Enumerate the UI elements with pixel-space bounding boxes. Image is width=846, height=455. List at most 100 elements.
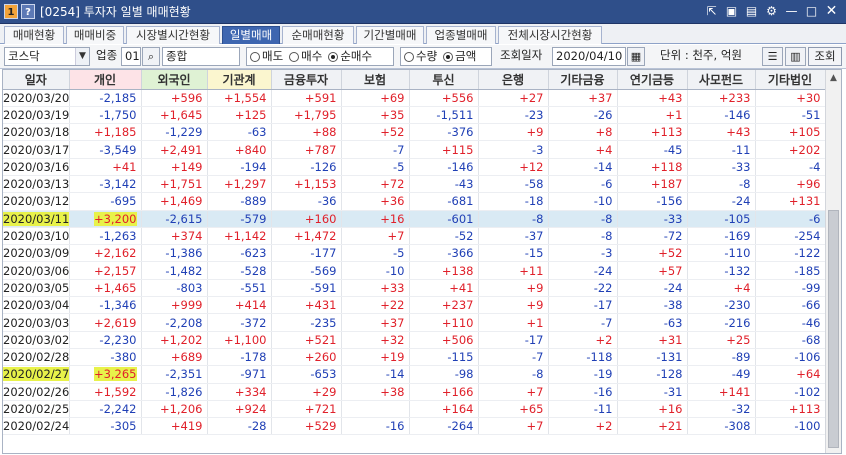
column-header[interactable]: 기타금융	[548, 70, 618, 90]
value-cell: -146	[687, 106, 756, 125]
sector-name-field: 종합	[162, 47, 240, 66]
value-cell: -7	[341, 140, 410, 159]
table-row[interactable]: 2020/03/06 +2,157 -1,482 -528 -569 -10 +138 +11…	[3, 261, 826, 280]
tab-0[interactable]: 매매현황	[4, 26, 64, 44]
value-cell: +187	[617, 175, 688, 194]
table-row[interactable]: 2020/03/17 -3,549 +2,491 +840 +787 -7 +115 -3 +4…	[3, 140, 826, 159]
tab-4[interactable]: 순매매현황	[282, 26, 354, 44]
table-row[interactable]: 2020/03/13 -3,142 +1,751 +1,297 +1,153 +72 -43…	[3, 175, 826, 194]
value-cell: +25	[687, 331, 756, 349]
settings-icon[interactable]: ⚙	[763, 3, 780, 20]
value-text: +2	[595, 419, 613, 434]
sector-code-input[interactable]: 01	[121, 47, 141, 66]
scroll-up-icon[interactable]: ▲	[826, 70, 841, 86]
table-row[interactable]: 2020/03/10 -1,263 +374 +1,142 +1,472 +7 -52 -37…	[3, 227, 826, 246]
sector-code-value: 01	[125, 49, 140, 63]
list-view-icon[interactable]: ☰	[762, 47, 783, 66]
value-text: +9	[526, 125, 544, 140]
table-row[interactable]: 2020/03/11 +3,200 -2,615 -579 +160 +16 -601 -8 -…	[3, 210, 826, 228]
chart-view-icon[interactable]: ▥	[785, 47, 806, 66]
search-icon[interactable]: ⌕	[142, 47, 160, 66]
table-row[interactable]: 2020/03/05 +1,465 -803 -551 -591 +33 +41 +9 -22 -…	[3, 279, 826, 298]
column-header[interactable]: 기타법인	[755, 70, 826, 90]
column-header[interactable]: 개인	[69, 70, 142, 90]
column-header[interactable]: 은행	[478, 70, 549, 90]
value-text: -2,242	[99, 401, 137, 416]
value-cell: -17	[478, 331, 549, 349]
radio-buy[interactable]: 매수	[289, 48, 322, 65]
table-row[interactable]: 2020/03/04 -1,346 +999 +414 +431 +22 +237 +9 -17…	[3, 296, 826, 315]
value-text: -98	[454, 367, 474, 382]
column-header[interactable]: 외국인	[141, 70, 208, 90]
table-row[interactable]: 2020/03/18 +1,185 -1,229 -63 +88 +52 -376 +9 +8 +…	[3, 123, 826, 142]
table-row[interactable]: 2020/03/16 +41 +149 -194 -126 -5 -146 +12 -14 +11…	[3, 158, 826, 176]
value-text: +35	[380, 107, 405, 122]
window-number-badge[interactable]: 1	[4, 4, 18, 19]
table-row[interactable]: 2020/03/02 -2,230 +1,202 +1,100 +521 +32 +506 -…	[3, 331, 826, 349]
pin-icon[interactable]: ⇱	[703, 3, 720, 20]
tab-2[interactable]: 시장별시간현황	[126, 26, 220, 44]
column-header[interactable]: 연기금등	[617, 70, 688, 90]
date-text: 2020/03/16	[3, 159, 69, 174]
close-icon[interactable]: ✕	[823, 3, 840, 20]
column-header[interactable]: 보험	[341, 70, 410, 90]
value-cell: -146	[409, 158, 479, 176]
help-icon[interactable]: ?	[21, 4, 35, 19]
search-button[interactable]: 조회	[808, 47, 842, 66]
tab-5[interactable]: 기간별매매	[356, 26, 424, 44]
column-header[interactable]: 기관계	[207, 70, 272, 90]
value-cell: -68	[755, 331, 826, 349]
table-row[interactable]: 2020/02/25 -2,242 +1,206 +924 +721 +164 +65 -11…	[3, 400, 826, 419]
table-row[interactable]: 2020/02/24 -305 +419 -28 +529 -16 -264 +7 +2 +21 -…	[3, 417, 826, 436]
tab-7[interactable]: 전체시장시간현황	[498, 26, 602, 44]
table-row[interactable]: 2020/03/09 +2,162 -1,386 -623 -177 -5 -366 -15 -…	[3, 244, 826, 263]
value-text: -68	[801, 332, 821, 347]
maximize-icon[interactable]: □	[803, 3, 820, 20]
value-text: -1,229	[165, 125, 203, 140]
table-row[interactable]: 2020/02/26 +1,592 -1,826 +334 +29 +38 +166 +7 -1…	[3, 383, 826, 401]
value-text: -8	[601, 211, 613, 226]
column-header[interactable]: 금융투자	[271, 70, 342, 90]
vertical-scrollbar[interactable]: ▲	[825, 70, 841, 453]
value-cell: -6	[755, 210, 826, 228]
value-text: +52	[658, 246, 683, 261]
value-text: +38	[380, 384, 405, 399]
value-cell: +12	[478, 158, 549, 176]
minimize-icon[interactable]: —	[783, 3, 800, 20]
date-cell: 2020/03/06	[3, 261, 70, 280]
radio-quantity[interactable]: 수량	[404, 48, 437, 65]
chevron-down-icon[interactable]: ▼	[75, 48, 89, 65]
value-text: +105	[788, 125, 821, 140]
scrollbar-thumb[interactable]	[828, 210, 839, 448]
print-icon[interactable]: ▤	[743, 3, 760, 20]
date-input[interactable]: 2020/04/10	[552, 47, 626, 66]
table-row[interactable]: 2020/03/12 -695 +1,469 -889 -36 +36 -681 -18 -10…	[3, 192, 826, 211]
calendar-icon[interactable]: ▦	[627, 47, 645, 66]
table-row[interactable]: 2020/02/28 -380 +689 -178 +260 +19 -115 -7 -118 -…	[3, 348, 826, 367]
column-header[interactable]: 일자	[3, 70, 70, 90]
table-row[interactable]: 2020/03/03 +2,619 -2,208 -372 -235 +37 +110 +1 -…	[3, 313, 826, 332]
save-icon[interactable]: ▣	[723, 3, 740, 20]
date-text: 2020/03/02	[3, 332, 69, 347]
value-cell: -132	[687, 261, 756, 280]
market-select[interactable]: 코스닥 ▼	[4, 47, 90, 66]
table-row[interactable]: 2020/02/27 +3,265 -2,351 -971 -653 -14 -98 -8 -1…	[3, 365, 826, 384]
radio-sell[interactable]: 매도	[250, 48, 283, 65]
value-cell: +115	[409, 140, 479, 159]
value-text: -366	[447, 246, 474, 261]
column-header[interactable]: 투신	[409, 70, 479, 90]
value-cell: -24	[687, 192, 756, 211]
radio-amount[interactable]: 금액	[443, 48, 476, 65]
column-header[interactable]: 사모펀드	[687, 70, 756, 90]
tab-6[interactable]: 업종별매매	[426, 26, 496, 44]
value-text: +41	[112, 159, 137, 174]
table-row[interactable]: 2020/03/19 -1,750 +1,645 +125 +1,795 +35 -1,51…	[3, 106, 826, 125]
value-text: +31	[658, 332, 683, 347]
value-text: -178	[240, 350, 267, 365]
value-text: +96	[796, 177, 821, 192]
radio-net-buy[interactable]: 순매수	[328, 48, 372, 65]
tab-3[interactable]: 일별매매	[222, 26, 280, 44]
value-cell: +260	[271, 348, 342, 367]
table-row[interactable]: 2020/03/20 -2,185 +596 +1,554 +591 +69 +556 +27…	[3, 89, 826, 107]
tab-1[interactable]: 매매비중	[66, 26, 124, 44]
